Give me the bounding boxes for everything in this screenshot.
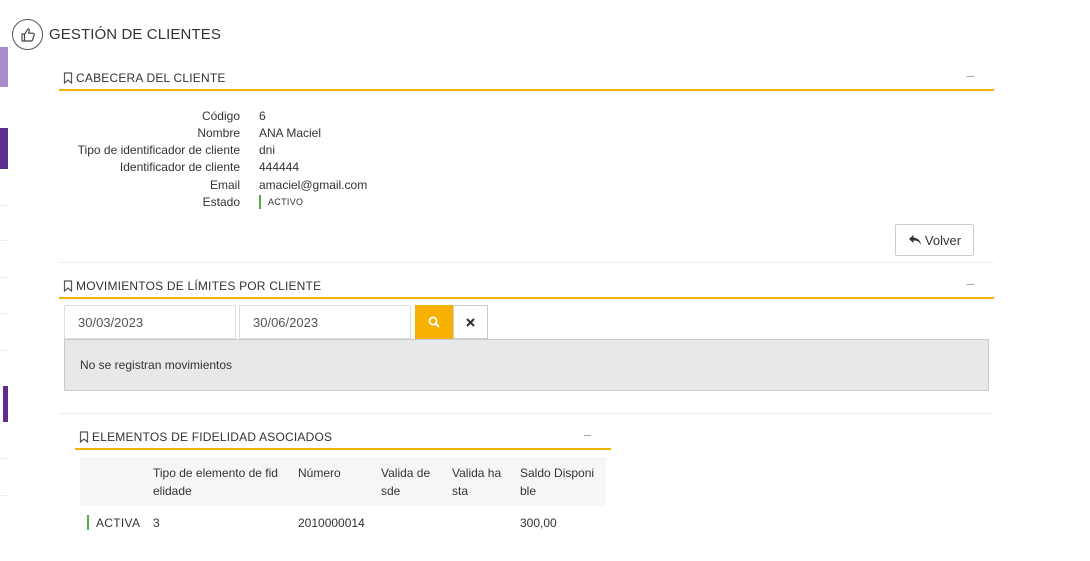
field-value: dni: [259, 143, 276, 157]
section-title: MOVIMIENTOS DE LÍMITES POR CLIENTE: [76, 279, 322, 293]
thumbs-up-icon: [12, 19, 43, 50]
minimize-button[interactable]: –: [967, 276, 974, 291]
search-button[interactable]: [415, 305, 453, 339]
rail-divider: [0, 350, 9, 351]
column-header[interactable]: Valida de sde: [381, 464, 441, 500]
page-title: GESTIÓN DE CLIENTES: [49, 26, 221, 43]
table-header-row: Tipo de elemento de fid elidade Número V…: [80, 457, 606, 506]
cell-numero: 2010000014: [298, 516, 365, 530]
status-indicator: [87, 515, 89, 530]
empty-movements-message: No se registran movimientos: [64, 339, 989, 391]
rail-tab-active[interactable]: [3, 386, 8, 422]
section-divider: [59, 413, 994, 414]
section-title: CABECERA DEL CLIENTE: [76, 71, 226, 85]
field-identificador: Identificador de cliente 444444: [62, 160, 299, 177]
field-label: Nombre: [197, 126, 240, 140]
field-email: Email amaciel@gmail.com: [62, 178, 367, 195]
minimize-button[interactable]: –: [584, 427, 591, 442]
rail-divider: [0, 240, 9, 241]
left-navigation-rail: [0, 0, 9, 561]
reply-arrow-icon: [908, 235, 921, 245]
date-from-input[interactable]: [64, 305, 236, 339]
bookmark-icon: [63, 72, 73, 84]
rail-divider: [0, 495, 9, 496]
page-header: GESTIÓN DE CLIENTES: [12, 19, 221, 50]
empty-message-text: No se registran movimientos: [80, 358, 233, 372]
rail-tab-light[interactable]: [0, 47, 8, 87]
field-label: Identificador de cliente: [119, 160, 240, 174]
field-label: Tipo de identificador de cliente: [77, 143, 240, 157]
field-value: 444444: [259, 160, 300, 174]
field-label: Código: [201, 109, 240, 123]
status-text: ACTIVO: [268, 197, 304, 207]
field-tipo-identificador: Tipo de identificador de cliente dni: [62, 143, 275, 160]
rail-divider: [0, 277, 9, 278]
field-label: Estado: [202, 195, 240, 209]
status-indicator: [259, 195, 261, 209]
column-header[interactable]: Saldo Disponi ble: [520, 464, 606, 500]
section-divider: [59, 262, 994, 263]
field-value: amaciel@gmail.com: [259, 178, 368, 192]
field-label: Email: [209, 178, 240, 192]
status-text: ACTIVA: [96, 515, 141, 530]
rail-tab-dark[interactable]: [0, 128, 8, 169]
clear-button[interactable]: [453, 305, 488, 339]
loyalty-section-title: ELEMENTOS DE FIDELIDAD ASOCIADOS –: [75, 426, 611, 450]
field-estado: Estado ACTIVO: [62, 195, 303, 212]
status-badge: ACTIVA: [87, 515, 140, 530]
date-to-input[interactable]: [239, 305, 411, 339]
status-badge: ACTIVO: [259, 195, 303, 209]
field-value: 6: [259, 109, 266, 123]
bookmark-icon: [79, 431, 89, 443]
customer-header-section-title: CABECERA DEL CLIENTE –: [59, 67, 994, 91]
rail-divider: [0, 313, 9, 314]
back-button[interactable]: Volver: [895, 224, 974, 256]
field-nombre: Nombre ANA Maciel: [62, 126, 321, 143]
cell-tipo: 3: [153, 516, 160, 530]
back-button-label: Volver: [924, 232, 962, 248]
section-title: ELEMENTOS DE FIDELIDAD ASOCIADOS: [92, 430, 333, 444]
column-header[interactable]: Número: [298, 464, 368, 482]
field-codigo: Código 6: [62, 109, 266, 126]
field-value: ANA Maciel: [259, 126, 322, 140]
column-header[interactable]: Valida ha sta: [452, 464, 512, 500]
rail-divider: [0, 458, 9, 459]
bookmark-icon: [63, 280, 73, 292]
column-header[interactable]: Tipo de elemento de fid elidade: [153, 464, 293, 500]
movements-section-title: MOVIMIENTOS DE LÍMITES POR CLIENTE –: [59, 275, 994, 299]
cell-saldo: 300,00: [520, 516, 557, 530]
search-icon: [428, 316, 440, 328]
close-icon: [466, 317, 475, 327]
rail-divider: [0, 205, 9, 206]
minimize-button[interactable]: –: [967, 68, 974, 83]
